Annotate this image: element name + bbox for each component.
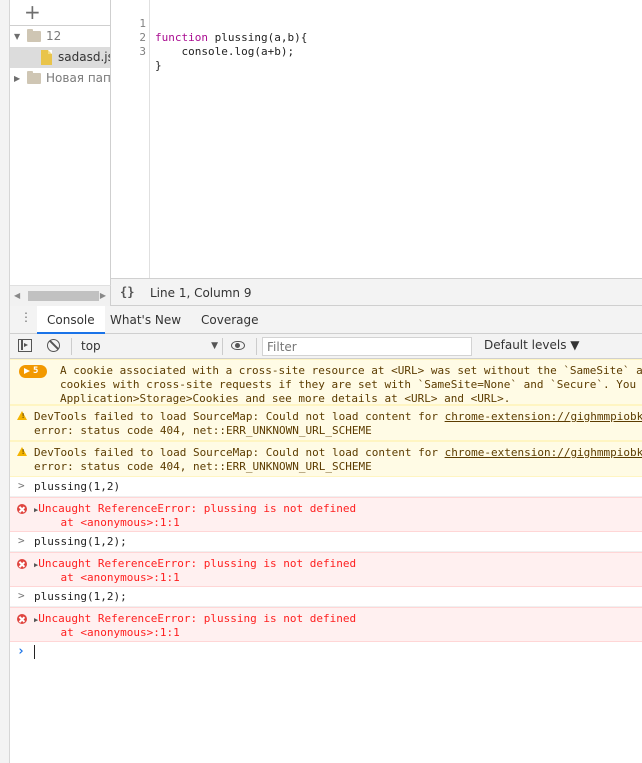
context-value: top [81,339,101,353]
input-text: plussing(1,2); [34,535,127,548]
sourcemap-warning[interactable]: DevTools failed to load SourceMap: Could… [10,441,642,477]
drawer-tab-bar: ⋮ Console What's New Coverage [10,306,642,334]
cookie-warning-group[interactable]: 5 A cookie associated with a cross-site … [10,359,642,405]
console-toolbar: top ▼ Default levels ▼ [10,334,642,359]
warning-icon [17,411,27,420]
error-text: Uncaught ReferenceError: plussing is not… [38,612,357,625]
input-chevron-icon: > [18,534,25,547]
error-entry[interactable]: ▶Uncaught ReferenceError: plussing is no… [10,552,642,587]
code-line[interactable]: 3 } [111,31,642,72]
toolbar-divider [71,338,72,355]
warning-line: DevTools failed to load SourceMap: Could… [34,446,642,460]
console-input-entry[interactable]: > plussing(1,2); [10,587,642,607]
toolbar-divider [222,338,223,355]
error-icon [17,614,27,624]
input-text: plussing(1,2) [34,480,121,493]
error-line: ▶Uncaught ReferenceError: plussing is no… [34,502,356,517]
tree-item-label: Новая папка [46,71,111,85]
tree-item-label: sadasd.js [58,50,111,64]
error-icon [17,504,27,514]
scroll-left-icon[interactable]: ◀ [14,291,20,300]
error-icon [17,559,27,569]
warning-line: DevTools failed to load SourceMap: Could… [34,410,642,424]
error-stack: at <anonymous>:1:1 [34,626,180,639]
sourcemap-warning[interactable]: DevTools failed to load SourceMap: Could… [10,405,642,441]
warning-icon [17,447,27,456]
live-expression-eye-icon[interactable] [231,341,245,350]
error-entry[interactable]: ▶Uncaught ReferenceError: plussing is no… [10,497,642,532]
error-stack: at <anonymous>:1:1 [34,516,180,529]
input-text: plussing(1,2); [34,590,127,603]
text-caret [34,645,35,659]
code-line[interactable]: 2 console.log(a+b); [111,17,642,58]
pretty-print-icon[interactable]: {} [120,285,134,299]
warning-text: DevTools failed to load SourceMap: Could… [34,410,445,423]
code-editor[interactable]: 1 function plussing(a,b){ 2 console.log(… [111,0,642,278]
error-stack: at <anonymous>:1:1 [34,571,180,584]
repeat-count-badge[interactable]: 5 [19,365,47,378]
input-chevron-icon: > [18,589,25,602]
log-levels-dropdown[interactable]: Default levels ▼ [484,338,580,352]
expand-arrow-icon[interactable]: ▼ [14,26,20,47]
scroll-right-icon[interactable]: ▶ [100,291,106,300]
scrollbar-thumb[interactable] [28,291,99,301]
cursor-position: Line 1, Column 9 [150,286,252,300]
sidebar-toggle-icon[interactable] [18,339,32,352]
collapsed-arrow-icon[interactable]: ▶ [14,68,20,89]
context-selector[interactable]: top ▼ [75,336,218,356]
tab-console[interactable]: Console [37,306,105,334]
console-output[interactable]: 5 A cookie associated with a cross-site … [10,359,642,763]
line-number: 3 [139,45,146,58]
navigator-horizontal-scrollbar[interactable]: ◀ ▶ [10,285,111,306]
code-line[interactable]: 1 function plussing(a,b){ [111,3,642,44]
source-link[interactable]: chrome-extension://gighmmpiobk [445,410,642,423]
file-navigator: + ▼ 12 sadasd.js ▶ Новая папка [10,0,111,285]
console-input-entry[interactable]: > plussing(1,2); [10,532,642,552]
toolbar-divider [256,338,257,355]
error-line: ▶Uncaught ReferenceError: plussing is no… [34,557,356,572]
tab-whats-new[interactable]: What's New [100,306,191,334]
tab-coverage[interactable]: Coverage [191,306,269,334]
cookie-warning-text: A cookie associated with a cross-site re… [60,364,642,405]
warning-text: error: status code 404, net::ERR_UNKNOWN… [34,424,372,437]
source-link[interactable]: chrome-extension://gighmmpiobk [445,446,642,459]
error-text: Uncaught ReferenceError: plussing is not… [38,502,357,515]
tree-item-file-sadasd[interactable]: sadasd.js [10,47,110,68]
input-chevron-icon: > [18,479,25,492]
filter-input[interactable] [262,337,472,356]
left-edge-strip [0,0,10,763]
tree-item-folder-new[interactable]: ▶ Новая папка [10,68,110,89]
tree-item-label: 12 [46,29,62,43]
error-text: Uncaught ReferenceError: plussing is not… [38,557,357,570]
add-folder-button[interactable]: + [24,1,41,23]
editor-status-bar: {} Line 1, Column 9 [111,278,642,306]
console-prompt[interactable]: › [10,642,642,664]
folder-icon [27,71,41,84]
code-text[interactable]: console.log(a+b); [155,45,294,59]
tree-item-folder-12[interactable]: ▼ 12 [10,26,110,47]
code-text[interactable]: } [155,59,162,73]
warning-text: error: status code 404, net::ERR_UNKNOWN… [34,460,372,473]
folder-icon [27,29,41,42]
console-input-entry[interactable]: > plussing(1,2) [10,477,642,497]
clear-console-icon[interactable] [47,339,60,352]
prompt-chevron-icon: › [17,644,25,659]
dropdown-arrow-icon: ▼ [211,341,218,351]
kebab-menu-icon[interactable]: ⋮ [20,311,32,323]
error-line: ▶Uncaught ReferenceError: plussing is no… [34,612,356,627]
js-file-icon [41,50,52,65]
navigator-toolbar: + [10,0,110,26]
warning-text: DevTools failed to load SourceMap: Could… [34,446,445,459]
error-entry[interactable]: ▶Uncaught ReferenceError: plussing is no… [10,607,642,642]
